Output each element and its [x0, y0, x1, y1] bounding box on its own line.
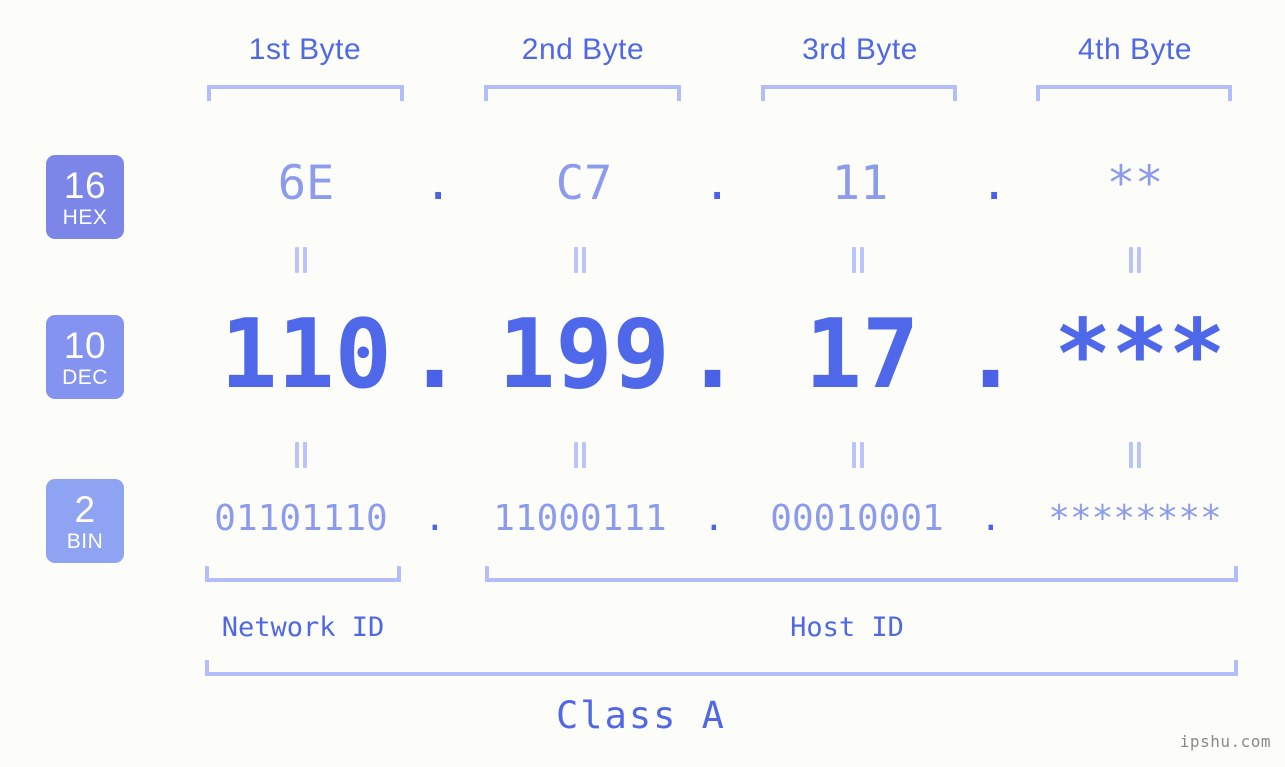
hex-byte-3: 11 [831, 156, 889, 211]
equals-connector-3-bottom [850, 442, 866, 468]
bin-separator-2: . [703, 498, 725, 539]
byte-bracket-2 [484, 85, 681, 101]
radix-badge-dec-unit: DEC [62, 365, 108, 389]
dec-separator-2: . [684, 300, 742, 410]
hex-separator-2: . [703, 156, 732, 211]
radix-badge-dec-number: 10 [63, 324, 107, 366]
ip-breakdown-diagram: 1st Byte 2nd Byte 3rd Byte 4th Byte 16 H… [0, 0, 1285, 767]
host-id-bracket [485, 566, 1238, 582]
byte-bracket-1 [207, 85, 404, 101]
bin-byte-1: 01101110 [214, 498, 388, 539]
radix-badge-bin: 2 BIN [46, 479, 124, 563]
dec-byte-1: 110 [220, 300, 392, 410]
class-label: Class A [556, 694, 726, 737]
hex-byte-2: C7 [555, 156, 613, 211]
bin-separator-3: . [980, 498, 1002, 539]
radix-badge-hex-number: 16 [63, 164, 107, 206]
equals-connector-4-bottom [1127, 442, 1143, 468]
byte-header-2: 2nd Byte [521, 33, 645, 66]
bin-byte-3: 00010001 [770, 498, 944, 539]
bin-byte-2: 11000111 [493, 498, 667, 539]
radix-badge-hex: 16 HEX [46, 155, 124, 239]
radix-badge-bin-number: 2 [74, 488, 96, 530]
byte-header-4: 4th Byte [1077, 33, 1193, 66]
network-id-label: Network ID [221, 612, 385, 643]
dec-byte-4: *** [1054, 300, 1226, 410]
equals-connector-2-top [572, 247, 588, 273]
radix-badge-bin-unit: BIN [66, 529, 104, 553]
dec-byte-3: 17 [804, 300, 920, 410]
class-bracket [205, 660, 1238, 676]
hex-byte-1: 6E [277, 156, 335, 211]
dec-separator-3: . [962, 300, 1020, 410]
network-id-bracket [205, 566, 401, 582]
host-id-label: Host ID [790, 612, 904, 643]
dec-separator-1: . [406, 300, 464, 410]
equals-connector-4-top [1127, 247, 1143, 273]
equals-connector-2-bottom [572, 442, 588, 468]
equals-connector-3-top [850, 247, 866, 273]
hex-byte-4: ** [1106, 156, 1164, 211]
dec-byte-2: 199 [498, 300, 670, 410]
bin-separator-1: . [424, 498, 446, 539]
equals-connector-1-top [293, 247, 309, 273]
byte-bracket-4 [1036, 85, 1232, 101]
hex-separator-1: . [424, 156, 453, 211]
radix-badge-hex-unit: HEX [62, 205, 108, 229]
watermark: ipshu.com [1179, 732, 1271, 751]
hex-separator-3: . [980, 156, 1009, 211]
byte-header-1: 1st Byte [248, 33, 362, 66]
radix-badge-dec: 10 DEC [46, 315, 124, 399]
byte-header-3: 3rd Byte [802, 33, 918, 66]
equals-connector-1-bottom [293, 442, 309, 468]
byte-bracket-3 [761, 85, 957, 101]
bin-byte-4: ******** [1048, 498, 1222, 539]
